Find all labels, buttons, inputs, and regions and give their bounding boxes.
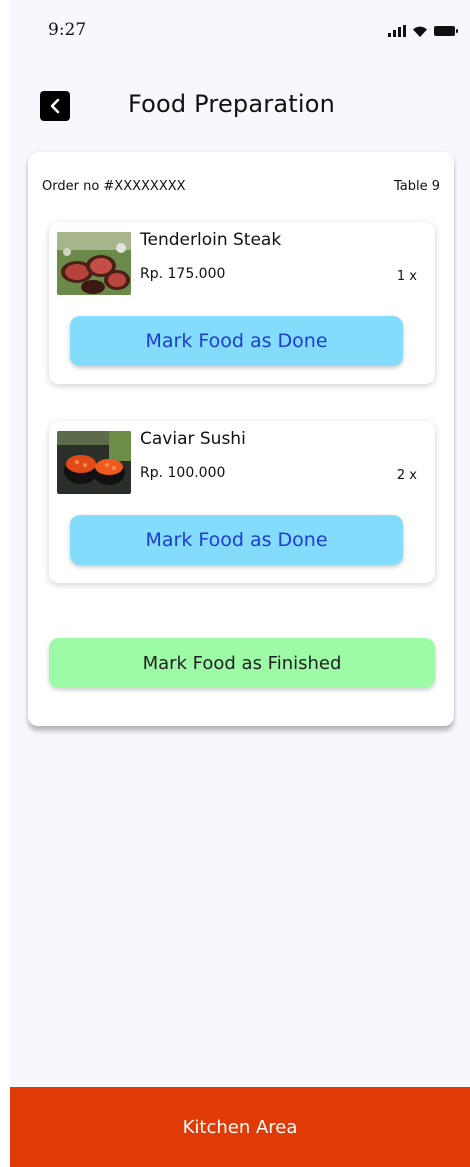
food-quantity: 1 x — [396, 269, 417, 284]
sushi-photo — [57, 431, 131, 494]
food-quantity: 2 x — [396, 468, 417, 483]
food-item: Caviar Sushi Rp. 100.000 2 x Mark Food a… — [49, 421, 435, 583]
wifi-icon — [413, 26, 427, 37]
mark-food-finished-button[interactable]: Mark Food as Finished — [49, 638, 435, 688]
kitchen-screen: 9:27 Food Preparation Order no #XXXXXXXX… — [10, 0, 470, 1167]
status-icons — [388, 24, 458, 38]
food-name: Tenderloin Steak — [140, 230, 282, 250]
steak-photo — [57, 232, 131, 295]
page-title: Food Preparation — [128, 90, 336, 118]
signal-icon — [388, 25, 406, 37]
order-number: Order no #XXXXXXXX — [42, 179, 186, 194]
food-name: Caviar Sushi — [140, 429, 246, 449]
chevron-left-icon — [50, 98, 60, 114]
battery-icon — [434, 26, 458, 36]
kitchen-area-tab[interactable]: Kitchen Area — [10, 1087, 470, 1167]
table-number: Table 9 — [393, 179, 440, 194]
status-bar: 9:27 — [10, 0, 470, 60]
food-item: Tenderloin Steak Rp. 175.000 1 x Mark Fo… — [49, 222, 435, 384]
mark-food-done-button[interactable]: Mark Food as Done — [70, 515, 403, 565]
mark-food-done-button[interactable]: Mark Food as Done — [70, 316, 403, 366]
header: Food Preparation — [10, 86, 470, 126]
food-price: Rp. 100.000 — [140, 465, 226, 481]
back-button[interactable] — [40, 91, 70, 121]
status-time: 9:27 — [48, 20, 87, 40]
food-price: Rp. 175.000 — [140, 266, 226, 282]
order-card: Order no #XXXXXXXX Table 9 Tenderloin St… — [28, 152, 454, 726]
